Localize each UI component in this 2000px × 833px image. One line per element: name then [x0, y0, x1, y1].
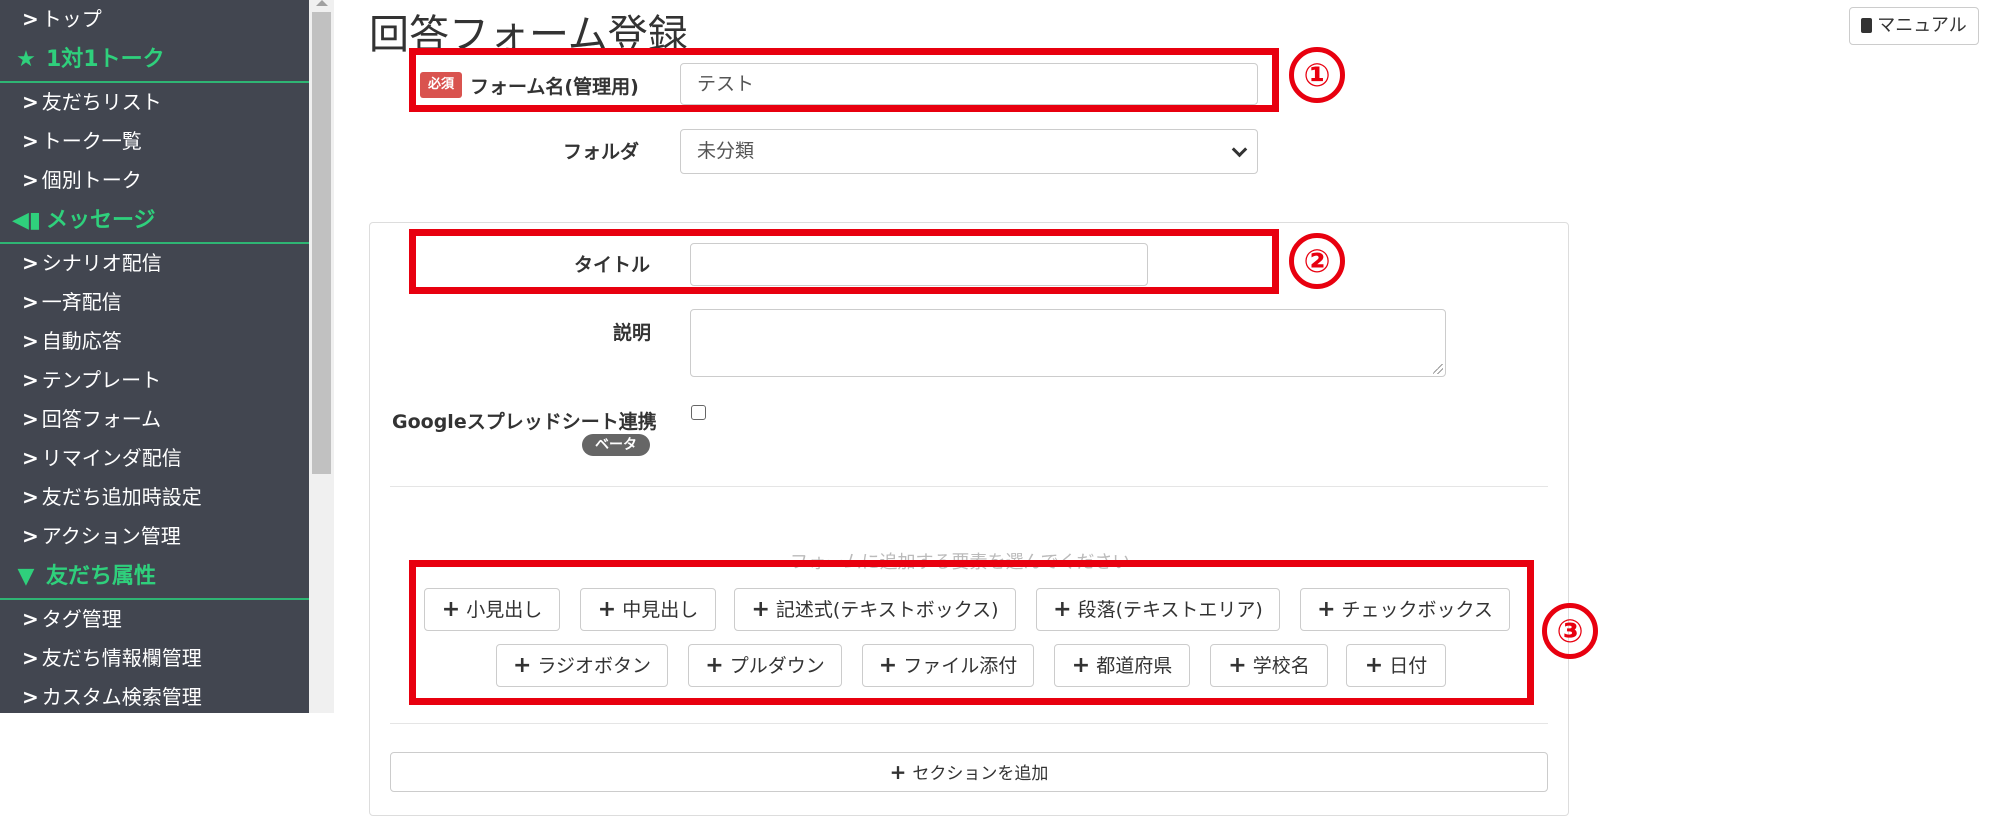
annotation-box-1 — [409, 48, 1279, 112]
chevron-right-icon: > — [22, 446, 39, 470]
chevron-right-icon: > — [22, 485, 39, 509]
sidebar-item-friend-add-settings[interactable]: > 友だち追加時設定 — [0, 478, 309, 517]
filter-icon: ▼ — [17, 564, 35, 589]
folder-label: フォルダ — [563, 141, 640, 163]
folder-selected-value: 未分類 — [697, 140, 755, 162]
megaphone-icon: ◀▮ — [12, 208, 42, 233]
divider — [390, 723, 1548, 724]
chevron-right-icon: > — [22, 290, 39, 314]
chevron-right-icon: > — [22, 524, 39, 548]
sidebar-item-talk-list[interactable]: > トーク一覧 — [0, 122, 309, 161]
chevron-right-icon: > — [22, 7, 39, 31]
sidebar-item-individual-talk[interactable]: > 個別トーク — [0, 161, 309, 200]
sidebar-item-tags[interactable]: > タグ管理 — [0, 600, 309, 639]
annotation-number-3: ③ — [1542, 603, 1598, 659]
scroll-up-arrow-icon[interactable] — [316, 0, 328, 6]
chevron-right-icon: > — [22, 646, 39, 670]
chevron-right-icon: > — [22, 90, 39, 114]
sidebar-item-friend-info[interactable]: > 友だち情報欄管理 — [0, 639, 309, 678]
sidebar-item-friends-list[interactable]: > 友だちリスト — [0, 83, 309, 122]
sidebar-section-talk[interactable]: ★ 1対1トーク — [0, 39, 309, 83]
plus-icon: + — [889, 760, 907, 784]
sidebar-item-broadcast[interactable]: > 一斉配信 — [0, 283, 309, 322]
folder-select[interactable]: 未分類 — [680, 129, 1258, 174]
chevron-right-icon: > — [22, 685, 39, 709]
chevron-right-icon: > — [22, 607, 39, 631]
beta-badge: ベータ — [582, 434, 650, 456]
sidebar-item-top[interactable]: > トップ — [0, 0, 309, 39]
chevron-right-icon: > — [22, 168, 39, 192]
annotation-number-1: ① — [1289, 47, 1345, 103]
divider — [390, 486, 1548, 487]
sidebar-section-message[interactable]: ◀▮ メッセージ — [0, 200, 309, 244]
sidebar-item-custom-search[interactable]: > カスタム検索管理 — [0, 678, 309, 713]
chevron-right-icon: > — [22, 251, 39, 275]
sidebar-item-reminder[interactable]: > リマインダ配信 — [0, 439, 309, 478]
annotation-box-3 — [409, 560, 1534, 705]
chevron-right-icon: > — [22, 329, 39, 353]
annotation-box-2 — [409, 229, 1279, 294]
book-icon — [1861, 18, 1873, 33]
google-sheets-label: Googleスプレッドシート連携 — [392, 411, 657, 433]
chevron-right-icon: > — [22, 407, 39, 431]
sidebar-scrollbar-thumb[interactable] — [312, 12, 331, 474]
sidebar: > トップ ★ 1対1トーク > 友だちリスト > トーク一覧 > 個別トーク ◀▮ メッセ… — [0, 0, 309, 713]
description-textarea[interactable] — [690, 309, 1446, 377]
chevron-down-icon — [1231, 141, 1248, 158]
resize-grip-icon[interactable] — [1433, 364, 1443, 374]
google-sheets-checkbox[interactable] — [691, 405, 706, 420]
chevron-right-icon: > — [22, 368, 39, 392]
add-section-button[interactable]: + セクションを追加 — [390, 752, 1548, 792]
description-label: 説明 — [613, 322, 652, 344]
manual-button[interactable]: マニュアル — [1849, 7, 1979, 45]
sidebar-section-friend-attributes[interactable]: ▼ 友だち属性 — [0, 556, 309, 600]
annotation-number-2: ② — [1289, 233, 1345, 289]
sidebar-item-auto-reply[interactable]: > 自動応答 — [0, 322, 309, 361]
sidebar-item-scenario[interactable]: > シナリオ配信 — [0, 244, 309, 283]
star-icon: ★ — [16, 47, 36, 72]
sidebar-item-template[interactable]: > テンプレート — [0, 361, 309, 400]
sidebar-item-answer-form[interactable]: > 回答フォーム — [0, 400, 309, 439]
chevron-right-icon: > — [22, 129, 39, 153]
sidebar-item-action[interactable]: > アクション管理 — [0, 517, 309, 556]
